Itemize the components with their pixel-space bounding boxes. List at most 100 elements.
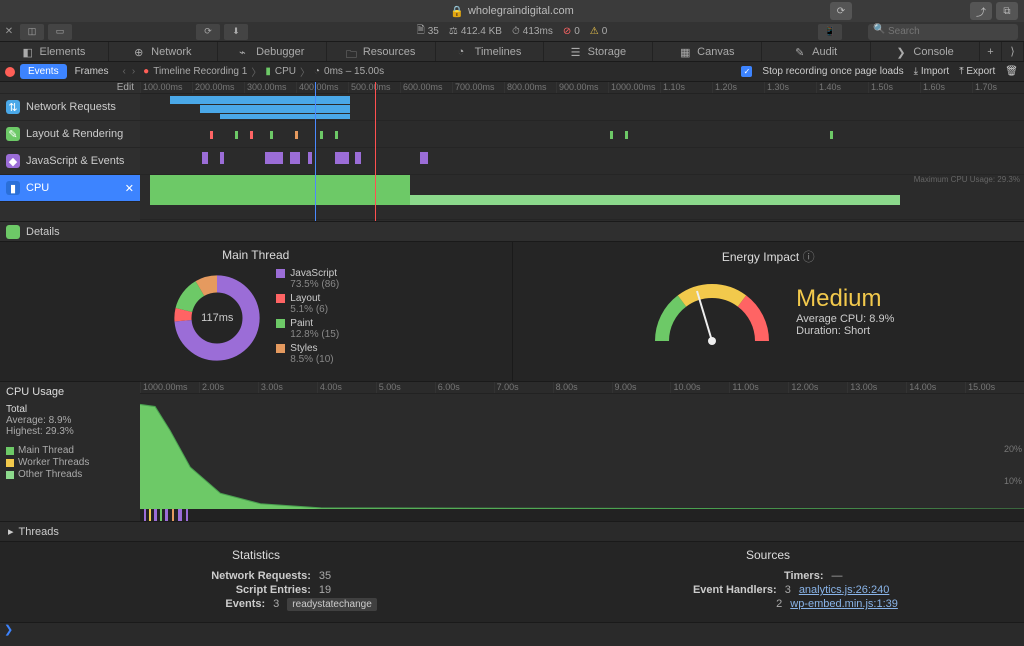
search-input[interactable] bbox=[868, 24, 1018, 40]
threads-row[interactable]: ▸ Threads bbox=[0, 522, 1024, 542]
cpu-detail-bars bbox=[140, 509, 1024, 521]
breadcrumb-recording[interactable]: Timeline Recording 1 bbox=[153, 66, 247, 77]
edit-button[interactable]: Edit bbox=[0, 82, 140, 94]
tab-elements[interactable]: ◧Elements bbox=[0, 42, 109, 61]
share-icon[interactable]: ⤴ bbox=[970, 2, 992, 20]
stats-section: Statistics Network Requests:35 Script En… bbox=[0, 542, 1024, 622]
network-icon: ⊕ bbox=[134, 46, 146, 58]
cpu-ruler: 1000.00ms2.00s3.00s4.00s5.00s6.00s7.00s8… bbox=[140, 382, 1024, 394]
search-field[interactable]: 🔍 bbox=[868, 24, 1018, 40]
view-events-button[interactable]: Events bbox=[20, 64, 67, 79]
tab-canvas[interactable]: ▦Canvas bbox=[653, 42, 762, 61]
console-icon: ❯ bbox=[896, 46, 908, 58]
cpu-max-label: Maximum CPU Usage: 29.3% bbox=[914, 175, 1020, 184]
main-thread-title: Main Thread bbox=[222, 248, 289, 262]
reload-icon[interactable]: ⟳ bbox=[830, 2, 852, 20]
track-js[interactable]: ◆JavaScript & Events bbox=[0, 148, 140, 175]
event-badge[interactable]: readystatechange bbox=[287, 598, 377, 611]
sources-column: Sources Timers:— Event Handlers:3 analyt… bbox=[512, 542, 1024, 622]
cpu-usage-sidebar: CPU Usage Total Average: 8.9% Highest: 2… bbox=[0, 382, 140, 521]
weight-icon: ⚖ bbox=[449, 26, 458, 37]
network-track bbox=[140, 94, 1024, 121]
source-link[interactable]: analytics.js:26:240 bbox=[799, 584, 890, 596]
playhead-red[interactable] bbox=[375, 82, 376, 221]
export-button[interactable]: ⤒ Export bbox=[959, 66, 995, 77]
nav-fwd-button[interactable]: › bbox=[132, 66, 135, 77]
folder-icon: 🗀 bbox=[346, 46, 358, 58]
cpu-usage-title: CPU Usage bbox=[6, 386, 134, 398]
source-link[interactable]: wp-embed.min.js:1:39 bbox=[790, 598, 898, 610]
record-button[interactable] bbox=[5, 67, 15, 77]
main-thread-panel: Main Thread 117ms JavaScript73.5% (86) L… bbox=[0, 242, 512, 381]
documents-icon: 🗎 bbox=[417, 23, 425, 40]
url-text: wholegraindigital.com bbox=[468, 5, 574, 17]
elements-icon: ◧ bbox=[23, 46, 35, 58]
bug-icon: ⌁ bbox=[239, 46, 251, 58]
tab-resources[interactable]: 🗀Resources bbox=[327, 42, 436, 61]
tab-overflow-button[interactable]: ⟩ bbox=[1002, 42, 1024, 61]
clock-icon: ◔ bbox=[314, 66, 320, 77]
dock-left-button[interactable]: ◫ bbox=[20, 24, 44, 40]
energy-duration: Duration: Short bbox=[796, 325, 894, 337]
view-frames-button[interactable]: Frames bbox=[67, 64, 117, 79]
stop-on-load-checkbox[interactable]: ✓ bbox=[741, 66, 752, 77]
track-layout[interactable]: ✎Layout & Rendering bbox=[0, 121, 140, 148]
tab-console[interactable]: ❯Console bbox=[871, 42, 980, 61]
playhead-blue[interactable] bbox=[315, 82, 316, 221]
export-icon: ⤒ bbox=[959, 66, 963, 77]
timeline-view: Edit ⇅Network Requests ✎Layout & Renderi… bbox=[0, 82, 1024, 222]
statistics-title: Statistics bbox=[6, 548, 506, 562]
stop-on-load-label: Stop recording once page loads bbox=[762, 66, 903, 77]
storage-icon: ☰ bbox=[571, 46, 583, 58]
import-icon: ⤓ bbox=[914, 66, 918, 77]
warning-icon: ⚠ bbox=[590, 26, 599, 37]
tab-debugger[interactable]: ⌁Debugger bbox=[218, 42, 327, 61]
console-prompt[interactable]: ❯ bbox=[0, 622, 1024, 638]
timeline-canvas[interactable]: 100.00ms200.00ms300.00ms400.00ms500.00ms… bbox=[140, 82, 1024, 221]
summary-panels: Main Thread 117ms JavaScript73.5% (86) L… bbox=[0, 242, 1024, 382]
y-axis-20: 20% bbox=[1004, 444, 1022, 454]
statistics-column: Statistics Network Requests:35 Script En… bbox=[0, 542, 512, 622]
layout-track bbox=[140, 121, 1024, 148]
cpu-usage-section: CPU Usage Total Average: 8.9% Highest: 2… bbox=[0, 382, 1024, 522]
tab-audit[interactable]: ✎Audit bbox=[762, 42, 871, 61]
import-button[interactable]: ⤓ Import bbox=[914, 66, 950, 77]
energy-rating: Medium bbox=[796, 285, 894, 313]
sources-title: Sources bbox=[518, 548, 1018, 562]
timeline-icon: ◔ bbox=[458, 46, 470, 58]
device-button[interactable]: 📱 bbox=[818, 24, 842, 40]
track-cpu[interactable]: ▮CPU✕ bbox=[0, 175, 140, 202]
devtools-tabs: ◧Elements ⊕Network ⌁Debugger 🗀Resources … bbox=[0, 42, 1024, 62]
recording-icon: ● bbox=[143, 66, 149, 77]
tabs-icon[interactable]: ⧉ bbox=[996, 2, 1018, 20]
track-network[interactable]: ⇅Network Requests bbox=[0, 94, 140, 121]
add-tab-button[interactable]: + bbox=[980, 42, 1002, 61]
clock-icon: ⏱ bbox=[512, 26, 520, 37]
cpu-chip-icon: ▮ bbox=[265, 66, 271, 77]
dock-bottom-button[interactable]: ▭ bbox=[48, 24, 72, 40]
tab-storage[interactable]: ☰Storage bbox=[544, 42, 653, 61]
breadcrumb: ● Timeline Recording 1 〉 ▮ CPU 〉 ◔ 0ms –… bbox=[143, 64, 384, 79]
energy-title: Energy Impact ⓘ bbox=[722, 248, 815, 265]
canvas-icon: ▦ bbox=[680, 46, 692, 58]
tab-network[interactable]: ⊕Network bbox=[109, 42, 218, 61]
help-icon[interactable]: ⓘ bbox=[803, 250, 815, 264]
cpu-usage-chart[interactable]: 1000.00ms2.00s3.00s4.00s5.00s6.00s7.00s8… bbox=[140, 382, 1024, 521]
breadcrumb-range[interactable]: 0ms – 15.00s bbox=[324, 66, 384, 77]
main-thread-legend: JavaScript73.5% (86) Layout5.1% (6) Pain… bbox=[276, 268, 339, 368]
error-icon: ⊘ bbox=[563, 26, 571, 37]
reload-button[interactable]: ⟳ bbox=[196, 24, 220, 40]
close-track-button[interactable]: ✕ bbox=[125, 182, 134, 195]
breadcrumb-cpu[interactable]: CPU bbox=[275, 66, 296, 77]
download-button[interactable]: ⬇ bbox=[224, 24, 248, 40]
lock-icon: 🔒 bbox=[450, 5, 464, 18]
tab-timelines[interactable]: ◔Timelines bbox=[436, 42, 545, 61]
y-axis-10: 10% bbox=[1004, 476, 1022, 486]
details-row[interactable]: Details bbox=[0, 222, 1024, 242]
trash-button[interactable]: 🗑 bbox=[1005, 66, 1018, 77]
threads-label: Threads bbox=[19, 526, 59, 538]
close-devtools-button[interactable]: ✕ bbox=[0, 26, 18, 37]
energy-avg: Average CPU: 8.9% bbox=[796, 313, 894, 325]
nav-back-button[interactable]: ‹ bbox=[122, 66, 125, 77]
timeline-ruler: 100.00ms200.00ms300.00ms400.00ms500.00ms… bbox=[140, 82, 1024, 94]
